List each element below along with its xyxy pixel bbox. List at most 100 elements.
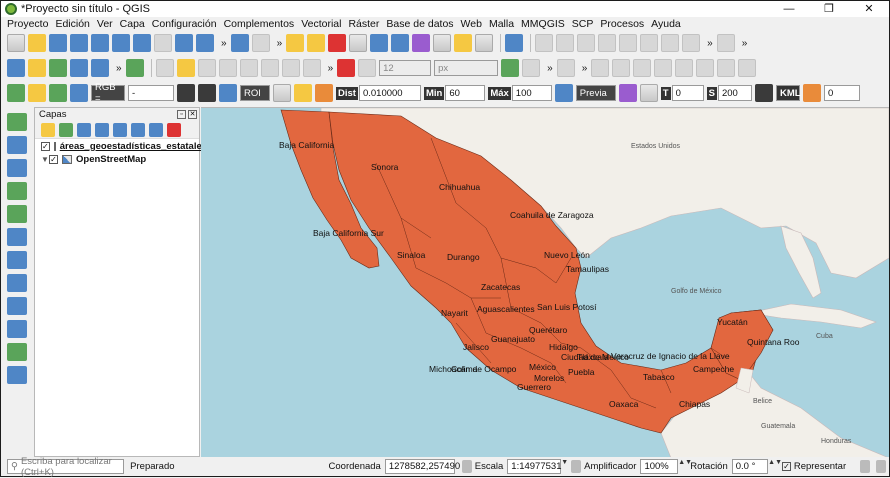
- add-wfs-layer-icon[interactable]: [7, 320, 27, 338]
- new-project-icon[interactable]: [7, 59, 25, 77]
- close-button[interactable]: ✕: [849, 1, 889, 17]
- coordinate-toggle-icon[interactable]: [461, 460, 472, 473]
- field-calculator-icon[interactable]: [370, 34, 389, 52]
- stretch-cumulative-icon[interactable]: [198, 84, 216, 102]
- zoom-to-selection-icon[interactable]: [112, 34, 130, 52]
- add-mesh-layer-icon[interactable]: [7, 159, 27, 177]
- menu-ver[interactable]: Ver: [97, 18, 113, 30]
- menu-vectorial[interactable]: Vectorial: [301, 18, 341, 30]
- select-by-value-icon[interactable]: [307, 34, 326, 52]
- data-source-manager-icon[interactable]: [125, 59, 144, 77]
- toolbar-overflow-icon[interactable]: »: [582, 63, 588, 74]
- delete-selected-icon[interactable]: [260, 59, 279, 77]
- add-mesh-icon[interactable]: [91, 59, 109, 77]
- add-raster-layer-icon[interactable]: [7, 136, 27, 154]
- shape-tool-2-icon[interactable]: [612, 59, 631, 77]
- shape-tool-8-icon[interactable]: [738, 59, 757, 77]
- toolbar-overflow-icon[interactable]: »: [707, 38, 713, 49]
- rotation-spin-icon[interactable]: ▲▼: [768, 459, 782, 473]
- map-svg[interactable]: Estados Unidos Golfo de México Cuba Guat…: [201, 108, 889, 457]
- panel-float-icon[interactable]: ▫: [177, 110, 186, 119]
- scale-dropdown-icon[interactable]: ▼: [561, 459, 568, 473]
- toolbar-overflow-icon[interactable]: »: [221, 38, 227, 49]
- menu-scp[interactable]: SCP: [572, 18, 594, 30]
- manage-visibility-icon[interactable]: [77, 122, 91, 137]
- extra-tool-icon[interactable]: [716, 34, 735, 52]
- add-feature-icon[interactable]: [218, 59, 237, 77]
- preview-button[interactable]: Previa: [575, 85, 616, 101]
- rotation-input[interactable]: 0.0 °: [731, 459, 769, 474]
- menu-base-de-datos[interactable]: Base de datos: [386, 18, 453, 30]
- vertex-tool-icon[interactable]: [239, 59, 258, 77]
- snapping-magnet-icon[interactable]: [337, 59, 356, 77]
- menu-malla[interactable]: Malla: [489, 18, 514, 30]
- add-xyz-layer-icon[interactable]: [7, 274, 27, 292]
- pan-to-selection-icon[interactable]: [28, 34, 46, 52]
- cut-features-icon[interactable]: [281, 59, 300, 77]
- kml-button[interactable]: KML: [775, 85, 801, 101]
- annotation-icon[interactable]: [475, 34, 494, 52]
- roi-button[interactable]: ROI: [240, 85, 270, 101]
- digitize-tool-7-icon[interactable]: [661, 34, 680, 52]
- processing-toolbox-icon[interactable]: [391, 34, 410, 52]
- add-raster-icon[interactable]: [70, 59, 88, 77]
- add-group-icon[interactable]: [59, 122, 73, 137]
- panel-close-icon[interactable]: ✕: [188, 110, 197, 119]
- dist-input[interactable]: 0.010000: [358, 85, 421, 101]
- shape-tool-7-icon[interactable]: [717, 59, 736, 77]
- add-vector-layer-icon[interactable]: [7, 113, 27, 131]
- locator-search-input[interactable]: ⚲ Escriba para localizar (Ctrl+K): [7, 456, 125, 478]
- advanced-digitize-icon[interactable]: [556, 59, 575, 77]
- coordinate-input[interactable]: 1278582,257490: [384, 459, 460, 474]
- digitize-tool-1-icon[interactable]: [535, 34, 554, 52]
- digitize-tool-2-icon[interactable]: [556, 34, 575, 52]
- remove-layer-icon[interactable]: [167, 122, 181, 137]
- layer-item-openstreetmap[interactable]: ▼ ✓ OpenStreetMap: [35, 153, 199, 165]
- s-input[interactable]: 200: [717, 85, 752, 101]
- menu-procesos[interactable]: Procesos: [600, 18, 644, 30]
- add-virtual-layer-icon[interactable]: [7, 228, 27, 246]
- style-manager-icon[interactable]: [41, 122, 55, 137]
- shape-tool-1-icon[interactable]: [591, 59, 610, 77]
- digitize-tool-4-icon[interactable]: [598, 34, 617, 52]
- scp-zoom-roi-icon[interactable]: [219, 84, 237, 102]
- menu-capa[interactable]: Capa: [120, 18, 145, 30]
- render-checkbox[interactable]: ✓: [782, 462, 791, 471]
- layer-visibility-checkbox[interactable]: ✓: [49, 154, 58, 164]
- shape-tool-4-icon[interactable]: [654, 59, 673, 77]
- open-project-icon[interactable]: [28, 59, 46, 77]
- toolbar-overflow-icon[interactable]: »: [328, 63, 334, 74]
- add-wms-layer-icon[interactable]: [7, 251, 27, 269]
- menu-complementos[interactable]: Complementos: [224, 18, 295, 30]
- menu-edicion[interactable]: Edición: [55, 18, 89, 30]
- digitize-tool-6-icon[interactable]: [640, 34, 659, 52]
- deselect-icon[interactable]: [328, 34, 347, 52]
- shape-tool-5-icon[interactable]: [675, 59, 694, 77]
- new-temp-layer-icon[interactable]: [7, 366, 27, 384]
- redo-preview-icon[interactable]: [639, 84, 658, 102]
- expand-all-icon[interactable]: [131, 122, 145, 137]
- expand-arrow-icon[interactable]: ▼: [41, 155, 49, 164]
- toolbar-overflow-icon[interactable]: »: [277, 38, 283, 49]
- scp-show-image-icon[interactable]: [70, 84, 88, 102]
- zoom-next-icon[interactable]: [196, 34, 214, 52]
- zoom-to-layer-icon[interactable]: [133, 34, 151, 52]
- database-icon[interactable]: [754, 84, 773, 102]
- zoom-full-icon[interactable]: [91, 34, 109, 52]
- add-delimited-text-icon[interactable]: [7, 182, 27, 200]
- digitize-tool-5-icon[interactable]: [619, 34, 638, 52]
- menu-raster[interactable]: Ráster: [348, 18, 379, 30]
- add-spatialite-icon[interactable]: [7, 205, 27, 223]
- map-canvas[interactable]: Estados Unidos Golfo de México Cuba Guat…: [201, 107, 889, 457]
- new-shapefile-icon[interactable]: [7, 343, 27, 361]
- digitize-tool-8-icon[interactable]: [682, 34, 701, 52]
- add-wcs-layer-icon[interactable]: [7, 297, 27, 315]
- digitize-tool-3-icon[interactable]: [577, 34, 596, 52]
- menu-ayuda[interactable]: Ayuda: [651, 18, 681, 30]
- attribute-table-icon[interactable]: [349, 34, 368, 52]
- messages-icon[interactable]: [876, 460, 886, 473]
- magnifier-spin-icon[interactable]: ▲▼: [678, 459, 692, 473]
- self-snapping-icon[interactable]: [522, 59, 541, 77]
- lock-scale-icon[interactable]: [571, 460, 582, 473]
- pan-icon[interactable]: [7, 34, 25, 52]
